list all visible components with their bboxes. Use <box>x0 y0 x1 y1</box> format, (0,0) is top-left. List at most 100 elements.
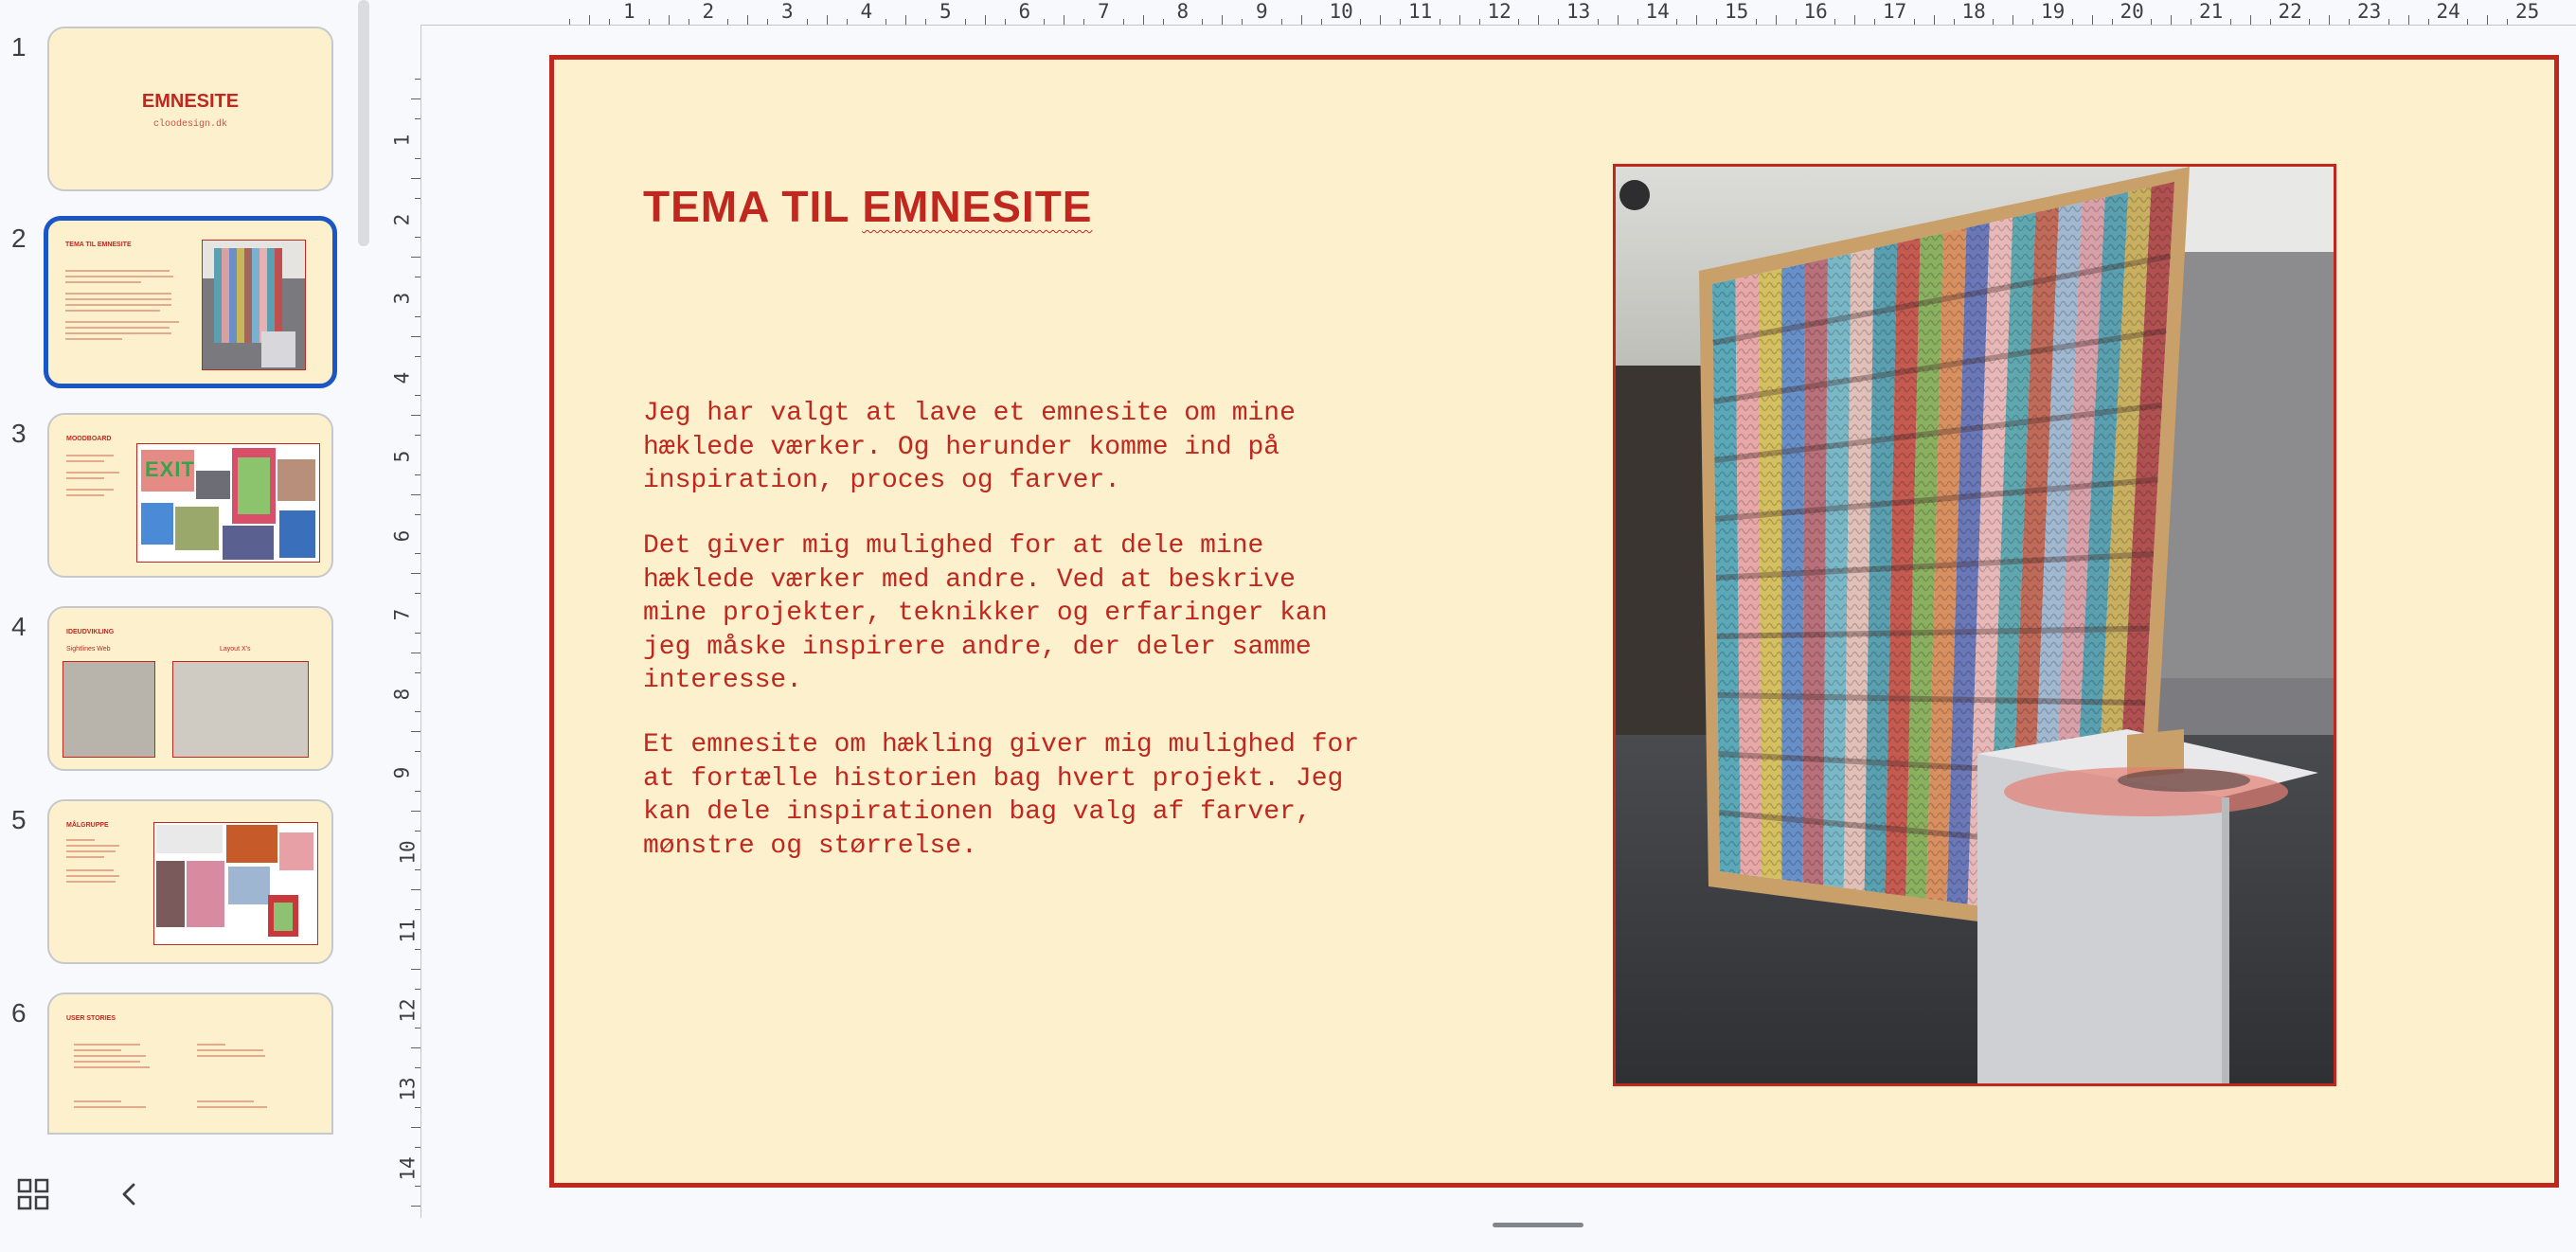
ruler-tick <box>415 790 420 792</box>
ruler-label: 13 <box>1566 0 1591 23</box>
ruler-tick <box>1775 15 1777 25</box>
ruler-tick <box>1142 15 1144 25</box>
slide-thumbnail[interactable]: MÅLGRUPPE <box>47 799 333 964</box>
ruler-tick <box>415 118 420 120</box>
collapse-filmstrip-button[interactable] <box>114 1178 146 1210</box>
title-text: TEMA TIL <box>643 182 863 231</box>
ruler-tick <box>1458 15 1460 25</box>
ruler-tick <box>727 19 729 25</box>
filmstrip-item-5[interactable]: 5 MÅLGRUPPE <box>0 799 360 979</box>
ruler-tick <box>415 1067 420 1069</box>
slide-thumbnail[interactable]: EMNESITE cloodesign.dk <box>47 27 333 191</box>
ruler-tick <box>415 237 420 239</box>
slide-number: 5 <box>11 805 27 834</box>
ruler-tick <box>1933 15 1935 25</box>
ruler-tick <box>2151 19 2153 25</box>
ruler-tick <box>411 889 420 891</box>
filmstrip-item-2[interactable]: 2 TEMA TIL EMNESITE <box>0 216 360 400</box>
crochet-artwork-photo[interactable] <box>1613 164 2336 1086</box>
ruler-label: 21 <box>2199 0 2224 23</box>
ruler-tick <box>1696 15 1698 25</box>
ruler-tick <box>411 493 420 495</box>
ruler-tick <box>411 335 420 337</box>
thumb-image <box>202 240 306 370</box>
slide-thumbnail[interactable]: IDEUDVIKLING Sightlines Web Layout X's <box>47 606 333 771</box>
ruler-label: 4 <box>390 371 414 384</box>
slide-thumbnail-selected[interactable]: TEMA TIL EMNESITE <box>44 216 337 388</box>
ruler-tick <box>1300 15 1302 25</box>
horizontal-scrollbar[interactable] <box>1493 1223 1583 1227</box>
ruler-tick <box>1755 19 1757 25</box>
ruler-tick <box>415 474 420 475</box>
ruler-tick <box>1083 19 1085 25</box>
ruler-tick <box>1222 15 1224 25</box>
ruler-tick <box>668 15 670 25</box>
slide-filmstrip: 1 EMNESITE cloodesign.dk 2 TEMA TIL EMNE… <box>0 0 369 1136</box>
ruler-label: 9 <box>390 766 414 779</box>
grid-view-button[interactable] <box>17 1178 49 1210</box>
grid-icon <box>17 1178 49 1210</box>
ruler-label: 2 <box>390 213 414 225</box>
ruler-label: 11 <box>1408 0 1433 23</box>
body-paragraph-3[interactable]: Et emnesite om hækling giver mig mulighe… <box>643 728 1420 863</box>
ruler-tick <box>1993 19 1995 25</box>
vertical-ruler[interactable]: 1 2 3 4 5 6 7 8 9 10 11 12 13 14 <box>390 25 421 1218</box>
ruler-tick <box>2249 15 2251 25</box>
ruler-label: 2 <box>702 0 715 23</box>
ruler-tick <box>1004 19 1006 25</box>
filmstrip-item-3[interactable]: 3 MOODBOARD EXIT <box>0 413 360 593</box>
ruler-tick <box>415 395 420 397</box>
ruler-tick <box>415 1186 420 1188</box>
body-paragraph-1[interactable]: Jeg har valgt at lave et emnesite om min… <box>643 397 1420 498</box>
ruler-tick <box>415 355 420 357</box>
slide-thumbnail[interactable]: MOODBOARD EXIT <box>47 413 333 578</box>
ruler-tick <box>1538 15 1540 25</box>
ruler-tick <box>2329 15 2331 25</box>
filmstrip-item-6[interactable]: 6 USER STORIES <box>0 993 360 1136</box>
ruler-tick <box>1380 15 1382 25</box>
ruler-tick <box>415 79 420 80</box>
ruler-tick <box>905 15 907 25</box>
ruler-tick <box>2309 19 2311 25</box>
ruler-tick <box>415 513 420 515</box>
ruler-tick <box>1044 19 1046 25</box>
ruler-tick <box>1360 19 1362 25</box>
thumb-title: MOODBOARD <box>66 436 112 442</box>
ruler-tick <box>411 968 420 970</box>
ruler-label: 1 <box>623 0 635 23</box>
ruler-tick <box>411 177 420 179</box>
slide-number: 3 <box>11 419 27 448</box>
thumb-sketch <box>63 661 155 758</box>
ruler-tick <box>1716 19 1718 25</box>
ruler-tick <box>415 948 420 950</box>
slide-title[interactable]: TEMA TIL EMNESITE <box>643 181 1092 232</box>
ruler-tick <box>415 593 420 595</box>
ruler-label: 9 <box>1256 0 1268 23</box>
body-paragraph-2[interactable]: Det giver mig mulighed for at dele mine … <box>643 529 1420 698</box>
ruler-tick <box>415 751 420 753</box>
ruler-tick <box>2388 19 2389 25</box>
ruler-tick <box>984 15 986 25</box>
horizontal-ruler[interactable]: 1 2 3 4 5 6 7 8 9 10 11 12 13 14 15 16 17 18 19 20 21 22 23 24 2… <box>413 0 2576 26</box>
ruler-tick <box>747 15 749 25</box>
ruler-tick <box>1558 19 1560 25</box>
slide-canvas[interactable]: TEMA TIL EMNESITE Jeg har valgt at lave … <box>549 55 2559 1188</box>
ruler-tick <box>411 573 420 575</box>
ruler-label: 10 <box>1329 0 1353 23</box>
ruler-tick <box>2487 15 2489 25</box>
filmstrip-item-4[interactable]: 4 IDEUDVIKLING Sightlines Web Layout X's <box>0 606 360 786</box>
slide-thumbnail[interactable]: USER STORIES <box>47 993 333 1135</box>
ruler-tick <box>415 435 420 437</box>
ruler-tick <box>411 415 420 417</box>
filmstrip-scrollbar[interactable] <box>358 0 369 246</box>
filmstrip-item-1[interactable]: 1 EMNESITE cloodesign.dk <box>0 27 360 206</box>
ruler-tick <box>1795 19 1797 25</box>
ruler-label: 4 <box>860 0 873 23</box>
ruler-tick <box>1834 19 1836 25</box>
ruler-label: 13 <box>396 1077 420 1101</box>
ruler-label: 14 <box>396 1155 420 1181</box>
chevron-left-icon <box>122 1183 135 1206</box>
ruler-tick <box>415 869 420 871</box>
thumb-exit-sign: EXIT <box>145 457 195 481</box>
ruler-tick <box>415 315 420 317</box>
